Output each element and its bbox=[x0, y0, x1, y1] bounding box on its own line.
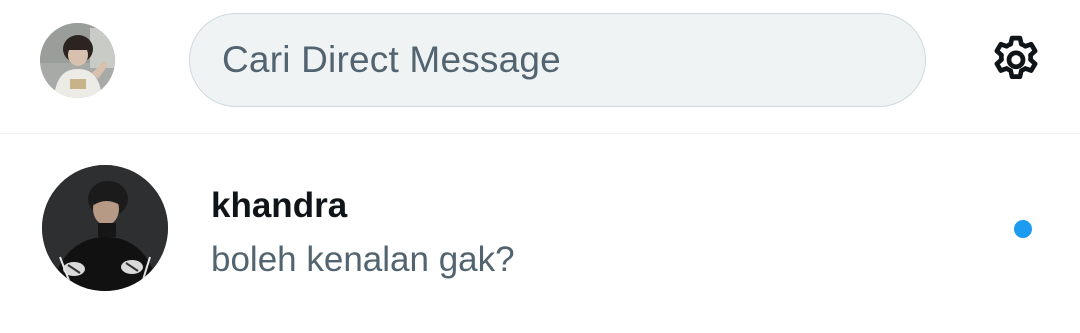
conversation-preview: boleh kenalan gak? bbox=[211, 240, 515, 279]
settings-button[interactable] bbox=[985, 30, 1047, 92]
conversation-avatar-image bbox=[42, 165, 168, 291]
unread-dot-icon bbox=[1014, 220, 1032, 238]
profile-avatar-image bbox=[40, 23, 115, 98]
profile-avatar[interactable] bbox=[40, 23, 115, 98]
conversation-avatar bbox=[42, 165, 168, 291]
gear-icon bbox=[994, 35, 1038, 79]
search-placeholder: Cari Direct Message bbox=[222, 39, 561, 80]
search-input[interactable]: Cari Direct Message bbox=[189, 13, 926, 107]
dm-header: Cari Direct Message bbox=[0, 0, 1080, 134]
dm-screen: Cari Direct Message khandra boleh kenala… bbox=[0, 0, 1080, 333]
conversation-name: khandra bbox=[211, 186, 348, 225]
conversation-item[interactable]: khandra boleh kenalan gak? bbox=[0, 134, 1080, 333]
